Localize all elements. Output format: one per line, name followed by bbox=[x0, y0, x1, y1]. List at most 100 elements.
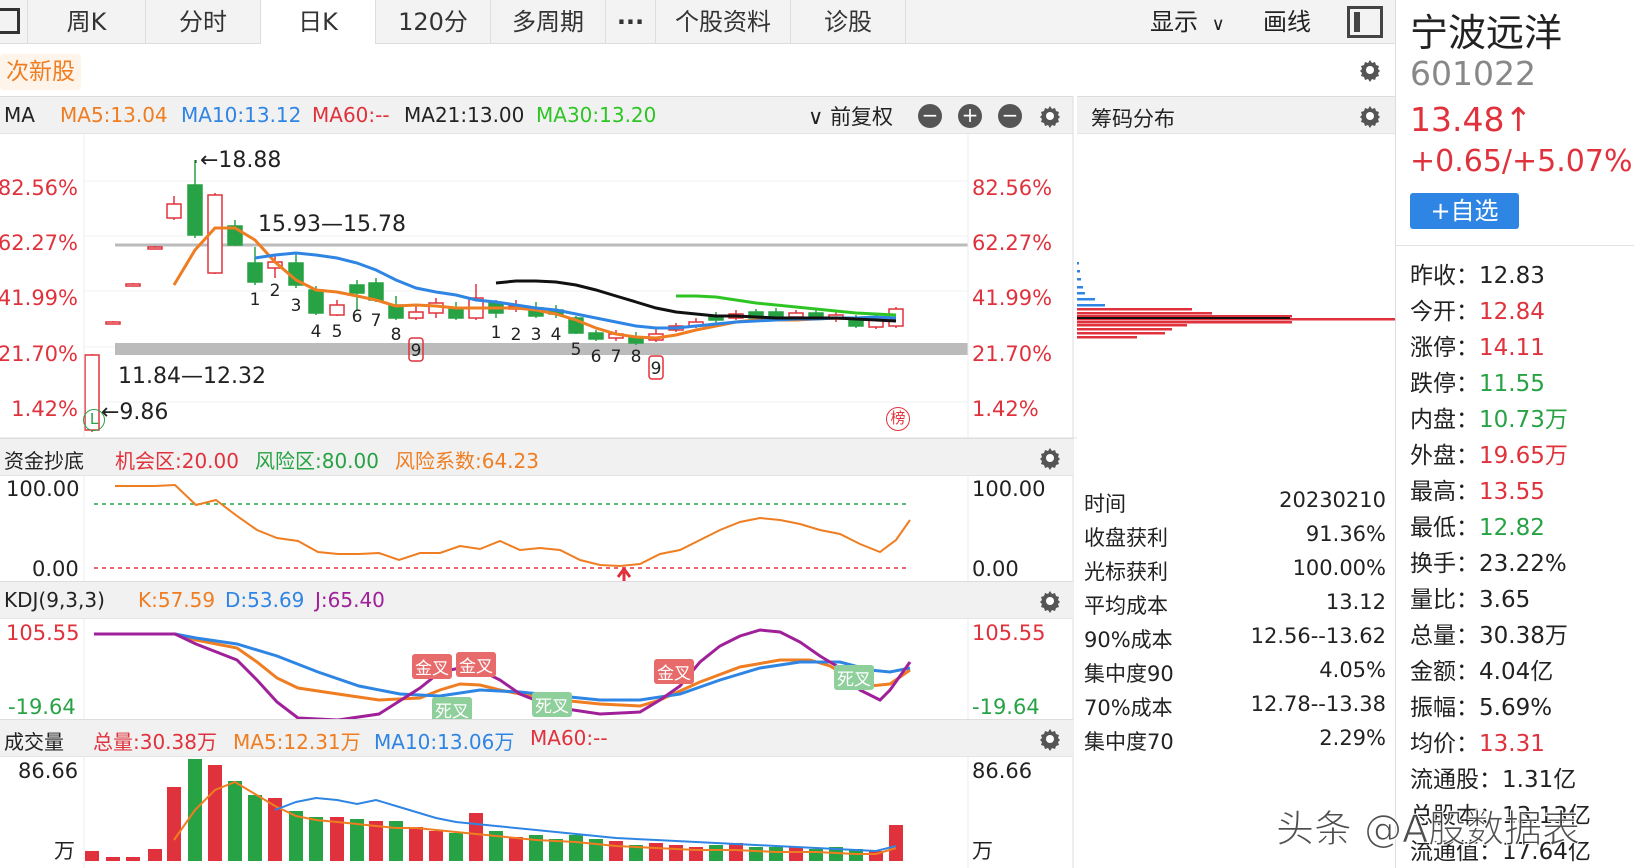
stat-key: 流通股： bbox=[1410, 767, 1502, 793]
stat-value: 13.55 bbox=[1479, 479, 1545, 505]
chip-bar bbox=[1077, 278, 1081, 281]
stat-value: 12.83 bbox=[1479, 263, 1545, 289]
gear-icon[interactable] bbox=[1037, 726, 1063, 752]
volume-name: 成交量 bbox=[4, 730, 64, 754]
dead-cross-tag: 死叉 bbox=[532, 692, 572, 717]
stat-row: 最高：13.55 bbox=[1410, 472, 1545, 506]
chip-info-value: 20230210 bbox=[1279, 488, 1386, 512]
volume-bar bbox=[649, 843, 663, 861]
sequence-marker: 4 bbox=[311, 322, 322, 342]
volume-bar bbox=[889, 825, 903, 861]
volume-bar bbox=[106, 857, 120, 861]
chip-info-key: 集中度90 bbox=[1084, 662, 1174, 686]
price-axis-label-left: 41.99% bbox=[0, 286, 78, 310]
gear-icon[interactable] bbox=[1037, 445, 1063, 471]
candle-body bbox=[768, 311, 784, 317]
sequence-marker: 4 bbox=[551, 325, 562, 345]
stat-row: 换手：23.22% bbox=[1410, 544, 1567, 578]
stat-value: 19.65万 bbox=[1479, 443, 1568, 469]
low-annotation: ←9.86 bbox=[101, 400, 169, 425]
capital-ymax-right: 100.00 bbox=[972, 477, 1046, 501]
stat-key: 最低： bbox=[1410, 515, 1479, 541]
volume-bar bbox=[167, 787, 181, 861]
chip-bar bbox=[1077, 292, 1085, 295]
volume-bar bbox=[789, 847, 803, 861]
stat-key: 跌停： bbox=[1410, 371, 1479, 397]
candle-body bbox=[408, 311, 424, 319]
kdj-name: KDJ(9,3,3) bbox=[4, 588, 105, 612]
chip-info-value: 2.29% bbox=[1319, 726, 1386, 750]
divider bbox=[1395, 245, 1634, 246]
sequence-marker: 1 bbox=[491, 323, 502, 343]
sequence-marker: 6 bbox=[591, 347, 602, 367]
stat-key: 量比： bbox=[1410, 587, 1479, 613]
chip-info-row: 时间 20230210 bbox=[1084, 488, 1386, 518]
price-axis-label-right: 41.99% bbox=[972, 286, 1052, 310]
volume-legend-bar: 成交量 总量:30.38万 MA5:12.31万 MA10:13.06万 MA6… bbox=[0, 719, 1073, 757]
sequence-marker: 7 bbox=[611, 347, 622, 367]
chip-info-value: 4.05% bbox=[1319, 658, 1386, 682]
chip-info-row: 收盘获利 91.36% bbox=[1084, 522, 1386, 552]
stat-key: 内盘： bbox=[1410, 407, 1479, 433]
chip-bar bbox=[1077, 324, 1187, 327]
sequence-marker: 7 bbox=[371, 311, 382, 331]
rank-marker-icon[interactable]: 榜 bbox=[886, 407, 910, 431]
capital-ymax-left: 100.00 bbox=[6, 477, 80, 501]
volume-ymax-right: 86.66 bbox=[972, 759, 1033, 783]
volume-bar bbox=[549, 839, 563, 861]
sequence-marker: 3 bbox=[531, 325, 542, 345]
sequence-marker: 3 bbox=[291, 296, 302, 316]
candle-body bbox=[125, 283, 141, 287]
add-watchlist-button[interactable]: +自选 bbox=[1410, 193, 1519, 229]
sequence-marker: 5 bbox=[571, 340, 582, 360]
golden-cross-tag: 金叉 bbox=[654, 659, 694, 684]
range-top-annotation: 15.93—15.78 bbox=[258, 212, 406, 237]
volume-bar bbox=[330, 817, 344, 861]
stat-value: 30.38万 bbox=[1479, 623, 1568, 649]
stat-value: 10.73万 bbox=[1479, 407, 1568, 433]
sequence-marker: 9 bbox=[411, 341, 422, 361]
sequence-marker: 9 bbox=[651, 359, 662, 379]
chip-bar bbox=[1077, 308, 1192, 311]
chip-bar bbox=[1077, 312, 1212, 315]
candle-body bbox=[187, 184, 203, 236]
stat-value: 13.31 bbox=[1479, 731, 1545, 757]
chip-info-key: 集中度70 bbox=[1084, 730, 1174, 754]
chip-info-value: 91.36% bbox=[1305, 522, 1386, 546]
volume-bar bbox=[769, 847, 783, 861]
stat-value: 23.22% bbox=[1479, 551, 1567, 577]
stat-row: 外盘：19.65万 bbox=[1410, 436, 1568, 470]
price-axis-label-left: 82.56% bbox=[0, 176, 78, 200]
stat-row: 均价：13.31 bbox=[1410, 724, 1545, 758]
price-axis-label-right: 21.70% bbox=[972, 342, 1052, 366]
candle-body bbox=[349, 284, 365, 294]
stat-value: 12.82 bbox=[1479, 515, 1545, 541]
volume-bar bbox=[729, 843, 743, 861]
volume-ma5: MA5:12.31万 bbox=[233, 730, 361, 754]
chip-bar bbox=[1077, 304, 1105, 307]
volume-bar bbox=[809, 849, 823, 861]
risk-zone: 风险区:80.00 bbox=[255, 449, 379, 473]
chip-info-key: 光标获利 bbox=[1084, 560, 1168, 584]
capital-ymin-right: 0.00 bbox=[972, 557, 1019, 581]
gear-icon[interactable] bbox=[1037, 588, 1063, 614]
price-axis-label-left: 21.70% bbox=[0, 342, 78, 366]
price-axis-label-left: 62.27% bbox=[0, 231, 78, 255]
chip-bar bbox=[1077, 262, 1079, 265]
volume-ma10: MA10:13.06万 bbox=[374, 730, 515, 754]
stat-key: 昨收： bbox=[1410, 263, 1479, 289]
stat-key: 换手： bbox=[1410, 551, 1479, 577]
volume-bar bbox=[589, 839, 603, 861]
sequence-marker: 6 bbox=[352, 307, 363, 327]
sequence-marker: 1 bbox=[250, 290, 261, 310]
high-annotation: ←18.88 bbox=[200, 148, 282, 173]
volume-ma60: MA60:-- bbox=[530, 726, 608, 750]
chip-info-row: 光标获利 100.00% bbox=[1084, 556, 1386, 586]
stat-row: 量比：3.65 bbox=[1410, 580, 1530, 614]
chip-info-row: 70%成本 12.78--13.38 bbox=[1084, 692, 1386, 722]
stat-row: 今开：12.84 bbox=[1410, 292, 1545, 326]
price-axis-label-right: 82.56% bbox=[972, 176, 1052, 200]
kdj-ymin-right: -19.64 bbox=[972, 695, 1040, 719]
chip-bar bbox=[1077, 321, 1292, 324]
sequence-marker: 8 bbox=[391, 325, 402, 345]
